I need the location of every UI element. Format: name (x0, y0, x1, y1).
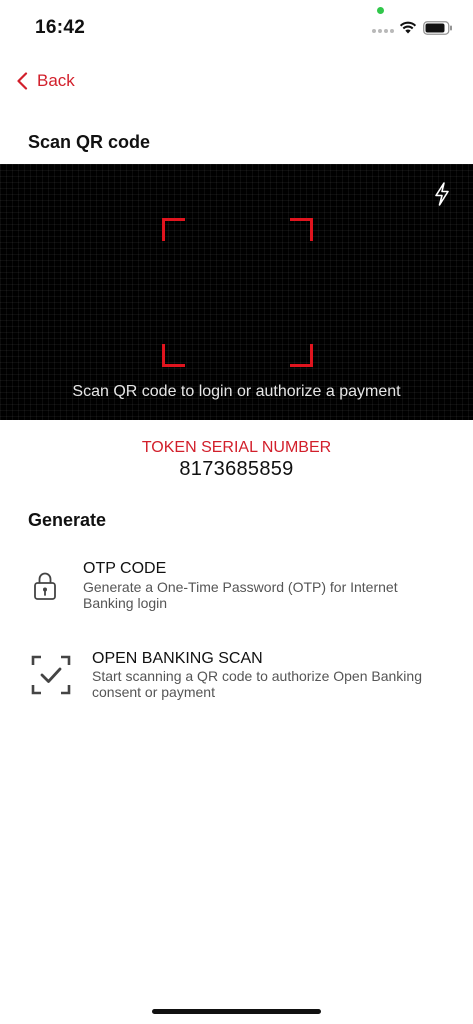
scan-frame-corner-bottom-left (162, 344, 185, 367)
generate-section-title: Generate (28, 510, 107, 530)
cellular-signal-icon (372, 29, 394, 33)
lock-icon (34, 572, 56, 600)
screen: 16:42 Back Scan QR code Scan QR code to … (0, 0, 473, 1024)
scan-check-icon (31, 655, 71, 695)
scan-frame-corner-top-right (290, 218, 313, 241)
privacy-indicator-dot (377, 7, 384, 14)
back-button[interactable]: Back (16, 66, 75, 96)
scan-frame-corner-bottom-right (290, 344, 313, 367)
wifi-icon (399, 21, 417, 34)
token-serial-label: TOKEN SERIAL NUMBER (141, 439, 332, 456)
status-time: 16:42 (35, 17, 86, 38)
home-indicator[interactable] (152, 1009, 321, 1014)
token-serial-value: 8173685859 (179, 458, 294, 480)
qr-scanner-view[interactable]: Scan QR code to login or authorize a pay… (0, 164, 473, 420)
page-title: Scan QR code (28, 132, 151, 152)
status-bar: 16:42 (0, 0, 473, 50)
back-label: Back (37, 71, 75, 90)
lightning-icon[interactable] (434, 182, 450, 206)
chevron-left-icon (17, 72, 28, 90)
otp-code-description: Generate a One-Time Password (OTP) for I… (83, 579, 398, 611)
open-banking-scan-option[interactable]: OPEN BANKING SCAN Start scanning a QR co… (0, 647, 473, 707)
open-banking-scan-description: Start scanning a QR code to authorize Op… (92, 668, 422, 700)
scan-frame-corner-top-left (162, 218, 185, 241)
otp-code-title: OTP CODE (83, 560, 167, 577)
battery-icon (423, 21, 452, 35)
open-banking-scan-title: OPEN BANKING SCAN (92, 650, 263, 667)
scanner-hint: Scan QR code to login or authorize a pay… (72, 383, 401, 400)
otp-code-option[interactable]: OTP CODE Generate a One-Time Password (O… (0, 558, 473, 618)
